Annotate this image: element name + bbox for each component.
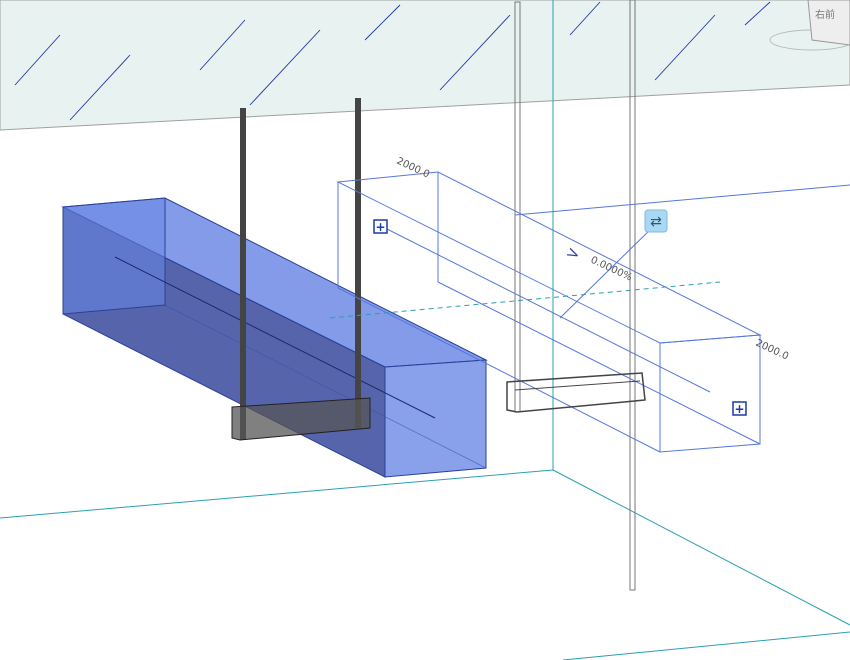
ceiling-slab (0, 0, 850, 131)
slope-value[interactable]: 0.0000% (589, 255, 634, 284)
slope-direction-arrow[interactable]: > (563, 242, 583, 265)
flip-control[interactable]: ⇄ (644, 209, 668, 233)
view-cube-label: 右前 (815, 8, 835, 21)
hanger-rod-right[interactable] (355, 98, 361, 428)
preview-reference-line (514, 184, 850, 216)
preview-hanger-bracket[interactable] (506, 372, 646, 413)
flip-icon: ⇄ (650, 214, 662, 230)
3d-viewport[interactable]: 右前 + + 2000.0 2000.0 > 0.0000% ⇄ (0, 0, 850, 660)
connector-icon: + (375, 220, 385, 234)
duct-back-face (62, 197, 166, 315)
hanger-rod-left[interactable] (240, 108, 246, 440)
width-dimension-right[interactable]: 2000.0 (754, 338, 790, 363)
width-dimension-top[interactable]: 2000.0 (395, 156, 431, 181)
view-cube-face[interactable] (807, 0, 850, 46)
preview-level-line (329, 281, 721, 319)
duct-end-face[interactable] (384, 359, 487, 478)
connector-handle-end[interactable]: + (732, 401, 747, 416)
preview-hanger-inner (514, 380, 641, 391)
connector-icon: + (734, 402, 744, 416)
preview-end-face[interactable] (659, 334, 761, 453)
ceiling-face (0, 0, 850, 131)
connector-handle-start[interactable]: + (373, 219, 388, 234)
